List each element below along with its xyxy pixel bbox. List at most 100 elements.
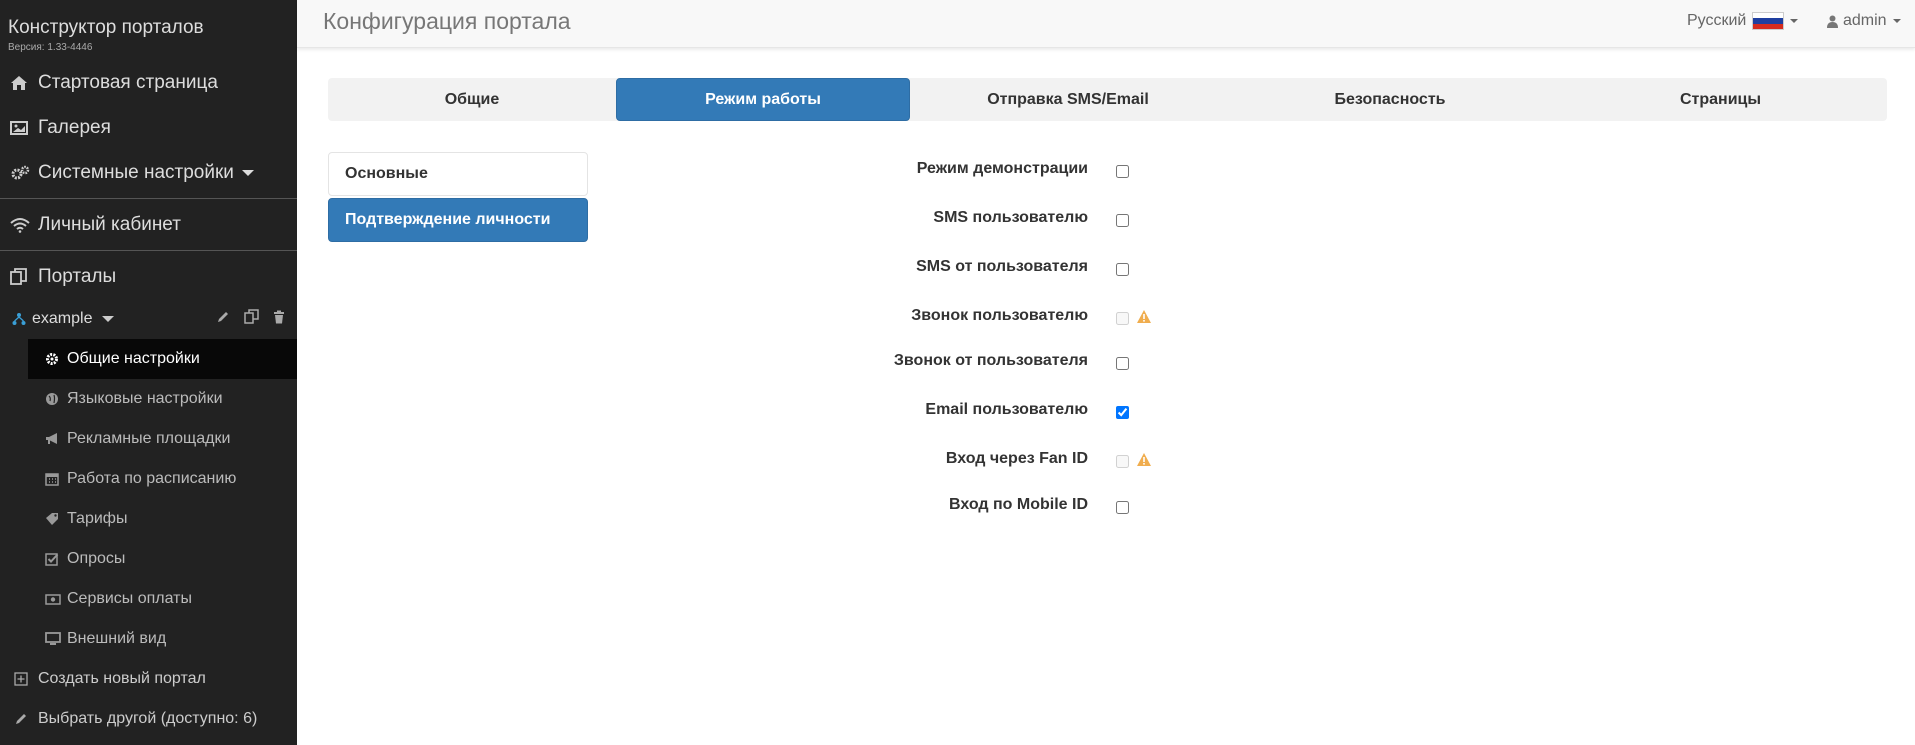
form-row-call-from-user: Звонок от пользователя: [600, 348, 1200, 378]
nav-system-settings-label: Системные настройки: [38, 161, 234, 183]
sidebar-item-label: Общие настройки: [67, 350, 200, 367]
field-label: Email пользователю: [925, 401, 1088, 418]
mobile-id-login-checkbox[interactable]: [1116, 501, 1129, 514]
form-row-fan-id-login: Вход через Fan ID: [600, 446, 1200, 476]
sidebar-item-ad-spaces[interactable]: Рекламные площадки: [28, 419, 297, 459]
choose-other-portal-label: Выбрать другой (доступно: 6): [38, 710, 258, 727]
top-navbar: Конфигурация портала Русский admin: [297, 0, 1915, 48]
image-icon: [10, 120, 38, 136]
cogs-icon: [10, 165, 38, 181]
russian-flag-icon: [1752, 12, 1785, 30]
portal-actions: [216, 299, 285, 339]
tab-pages[interactable]: Страницы: [1554, 78, 1887, 121]
warning-icon[interactable]: [1136, 309, 1152, 329]
home-icon: [10, 75, 38, 91]
sms-to-user-checkbox[interactable]: [1116, 214, 1129, 227]
sidebar-item-schedule[interactable]: Работа по расписанию: [28, 459, 297, 499]
brand-title[interactable]: Конструктор порталов: [8, 16, 289, 40]
sms-from-user-checkbox[interactable]: [1116, 263, 1129, 276]
divider: [0, 250, 297, 251]
pill-basic[interactable]: Основные: [328, 152, 588, 196]
tab-security[interactable]: Безопасность: [1226, 78, 1554, 121]
language-dropdown[interactable]: Русский: [1687, 12, 1799, 30]
field-label: Вход по Mobile ID: [949, 496, 1088, 513]
tab-sms-email[interactable]: Отправка SMS/Email: [910, 78, 1226, 121]
create-portal-link[interactable]: Создать новый портал: [0, 659, 297, 699]
sidebar-item-polls[interactable]: Опросы: [28, 539, 297, 579]
tab-operation-mode[interactable]: Режим работы: [616, 78, 910, 121]
field-label: Вход через Fan ID: [945, 450, 1088, 467]
tag-icon: [45, 512, 67, 526]
field-label: SMS пользователю: [933, 209, 1088, 226]
sitemap-icon: [12, 312, 26, 326]
config-tabs: Общие Режим работы Отправка SMS/Email Бе…: [328, 78, 1887, 121]
pencil-icon[interactable]: [216, 310, 230, 329]
sidebar: Конструктор порталов Версия: 1.33-4446 С…: [0, 0, 297, 745]
sidebar-item-payment-services[interactable]: Сервисы оплаты: [28, 579, 297, 619]
wifi-icon: [10, 217, 38, 233]
nav-gallery-label: Галерея: [38, 116, 111, 138]
portal-selector[interactable]: example: [0, 299, 297, 339]
chevron-down-icon: [1892, 19, 1901, 23]
sidebar-item-label: Опросы: [67, 550, 126, 567]
sidebar-item-label: Сервисы оплаты: [67, 590, 193, 607]
divider: [0, 198, 297, 199]
nav-personal-cabinet-label: Личный кабинет: [38, 213, 181, 235]
nav-personal-cabinet[interactable]: Личный кабинет: [0, 202, 297, 247]
page-title: Конфигурация портала: [323, 8, 571, 34]
form-row-demo-mode: Режим демонстрации: [600, 156, 1200, 186]
pencil-icon: [14, 712, 38, 726]
sidebar-item-general-settings[interactable]: Общие настройки: [28, 339, 297, 379]
field-label: Звонок пользователю: [911, 307, 1088, 324]
brand-version: Версия: 1.33-4446: [8, 42, 93, 53]
warning-icon[interactable]: [1136, 452, 1152, 472]
nav-gallery[interactable]: Галерея: [0, 105, 297, 150]
nav-home[interactable]: Стартовая страница: [0, 60, 297, 105]
chevron-down-icon: [241, 169, 254, 176]
plus-square-icon: [14, 672, 38, 686]
demo-mode-checkbox[interactable]: [1116, 165, 1129, 178]
fan-id-login-checkbox: [1116, 455, 1129, 468]
field-label: SMS от пользователя: [916, 258, 1088, 275]
form-row-sms-from-user: SMS от пользователя: [600, 254, 1200, 284]
form-row-email-to-user: Email пользователю: [600, 397, 1200, 427]
call-to-user-checkbox: [1116, 312, 1129, 325]
user-menu[interactable]: admin: [1827, 12, 1901, 30]
tab-general[interactable]: Общие: [328, 78, 616, 121]
trash-icon[interactable]: [273, 310, 285, 329]
globe-icon: [45, 392, 67, 406]
nav-home-label: Стартовая страница: [38, 71, 218, 93]
field-label: Режим демонстрации: [916, 160, 1088, 177]
sidebar-item-tariffs[interactable]: Тарифы: [28, 499, 297, 539]
user-name: admin: [1843, 12, 1887, 29]
sidebar-item-language-settings[interactable]: Языковые настройки: [28, 379, 297, 419]
pill-identity-verification[interactable]: Подтверждение личности: [328, 198, 588, 242]
sidebar-item-label: Внешний вид: [67, 630, 167, 647]
brand[interactable]: Конструктор порталов Версия: 1.33-4446: [0, 0, 297, 60]
chevron-down-icon: [102, 316, 115, 322]
form-row-mobile-id-login: Вход по Mobile ID: [600, 492, 1200, 522]
chevron-down-icon: [1790, 19, 1799, 23]
checkbox-icon: [45, 552, 67, 566]
gear-icon: [45, 352, 67, 366]
sidebar-item-appearance[interactable]: Внешний вид: [28, 619, 297, 659]
form-row-call-to-user: Звонок пользователю: [600, 303, 1200, 333]
sidebar-item-label: Тарифы: [67, 510, 128, 527]
calendar-icon: [45, 472, 67, 486]
email-to-user-checkbox[interactable]: [1116, 406, 1129, 419]
create-portal-label: Создать новый портал: [38, 670, 206, 687]
choose-other-portal-link[interactable]: Выбрать другой (доступно: 6): [0, 699, 297, 739]
copy-icon[interactable]: [244, 309, 259, 329]
sidebar-item-label: Рекламные площадки: [67, 430, 231, 447]
user-icon: [1827, 15, 1838, 28]
form-row-sms-to-user: SMS пользователю: [600, 205, 1200, 235]
money-icon: [45, 592, 67, 606]
call-from-user-checkbox[interactable]: [1116, 357, 1129, 370]
nav-portals-label: Порталы: [38, 265, 117, 287]
language-label: Русский: [1687, 12, 1747, 29]
sidebar-item-label: Языковые настройки: [67, 390, 223, 407]
field-label: Звонок от пользователя: [893, 352, 1088, 369]
nav-portals[interactable]: Порталы: [0, 254, 297, 299]
monitor-icon: [45, 632, 67, 646]
nav-system-settings[interactable]: Системные настройки: [0, 150, 297, 195]
